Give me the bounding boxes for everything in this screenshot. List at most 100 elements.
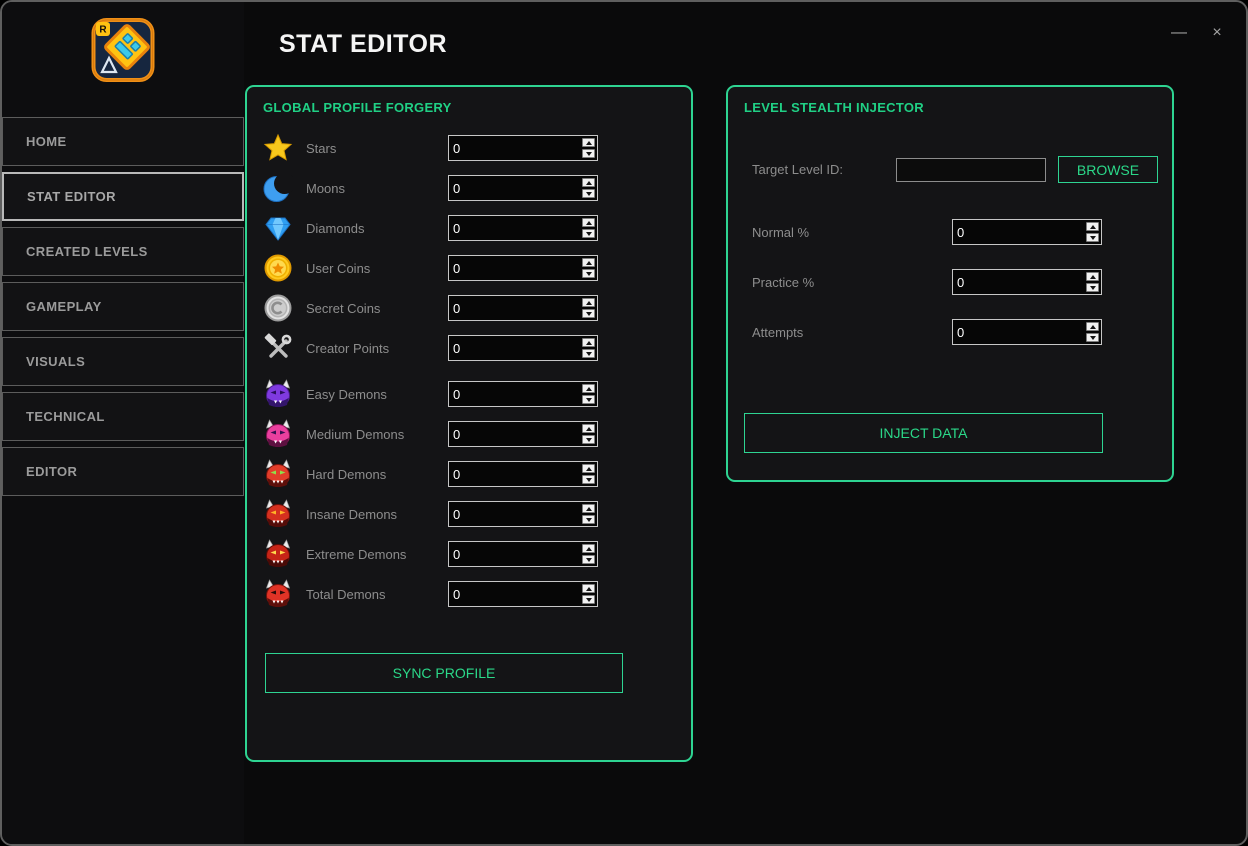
spinner-buttons <box>580 256 597 280</box>
spin-down-button[interactable] <box>582 349 595 358</box>
browse-button[interactable]: BROWSE <box>1058 156 1158 183</box>
diamonds-value-field[interactable] <box>449 216 580 240</box>
normal-percent-input[interactable] <box>952 219 1102 245</box>
insane-demons-value-field[interactable] <box>449 502 580 526</box>
attempts-value-field[interactable] <box>953 320 1084 344</box>
sidebar-item-editor[interactable]: EDITOR <box>2 447 244 496</box>
spin-down-button[interactable] <box>582 595 595 604</box>
arrow-down-icon <box>586 558 592 562</box>
hard-demons-input[interactable] <box>448 461 598 487</box>
creator-points-value-field[interactable] <box>449 336 580 360</box>
spinner-buttons <box>580 216 597 240</box>
spin-down-button[interactable] <box>1086 333 1099 342</box>
spin-up-button[interactable] <box>582 258 595 267</box>
spinner-buttons <box>580 136 597 160</box>
creator-points-input[interactable] <box>448 335 598 361</box>
star-icon <box>261 133 295 163</box>
hard-demons-value-field[interactable] <box>449 462 580 486</box>
moons-value-field[interactable] <box>449 176 580 200</box>
svg-text:R: R <box>99 25 107 36</box>
spin-down-button[interactable] <box>582 515 595 524</box>
spin-down-button[interactable] <box>582 475 595 484</box>
stat-label: Stars <box>306 141 448 156</box>
attempts-input[interactable] <box>952 319 1102 345</box>
arrow-up-icon <box>1090 225 1096 229</box>
sidebar-item-technical[interactable]: TECHNICAL <box>2 392 244 441</box>
total-demons-value-field[interactable] <box>449 582 580 606</box>
medium-demon-icon <box>261 419 295 449</box>
spin-up-button[interactable] <box>582 338 595 347</box>
easy-demon-icon <box>261 379 295 409</box>
sidebar-item-visuals[interactable]: VISUALS <box>2 337 244 386</box>
user-coins-value-field[interactable] <box>449 256 580 280</box>
spin-down-button[interactable] <box>582 435 595 444</box>
sidebar-item-created-levels[interactable]: CREATED LEVELS <box>2 227 244 276</box>
practice-percent-input[interactable] <box>952 269 1102 295</box>
sidebar-item-stat-editor[interactable]: STAT EDITOR <box>2 172 244 221</box>
spin-down-button[interactable] <box>582 229 595 238</box>
spin-down-button[interactable] <box>1086 233 1099 242</box>
arrow-down-icon <box>586 598 592 602</box>
spin-up-button[interactable] <box>582 138 595 147</box>
practice-percent-row: Practice % <box>728 269 1172 295</box>
spin-down-button[interactable] <box>582 269 595 278</box>
spin-up-button[interactable] <box>582 424 595 433</box>
secret-coins-value-field[interactable] <box>449 296 580 320</box>
arrow-down-icon <box>586 232 592 236</box>
spin-down-button[interactable] <box>582 149 595 158</box>
stat-row-user-coins: User Coins <box>247 255 691 281</box>
stat-label: Total Demons <box>306 587 448 602</box>
medium-demons-value-field[interactable] <box>449 422 580 446</box>
spin-up-button[interactable] <box>582 544 595 553</box>
arrow-down-icon <box>1090 286 1096 290</box>
moons-input[interactable] <box>448 175 598 201</box>
insane-demon-icon <box>261 499 295 529</box>
stat-row-stars: Stars <box>247 135 691 161</box>
sync-profile-button[interactable]: SYNC PROFILE <box>265 653 623 693</box>
spin-down-button[interactable] <box>582 555 595 564</box>
inject-data-button[interactable]: INJECT DATA <box>744 413 1103 453</box>
normal-percent-value-field[interactable] <box>953 220 1084 244</box>
arrow-up-icon <box>586 427 592 431</box>
spinner-buttons <box>1084 220 1101 244</box>
spin-up-button[interactable] <box>582 504 595 513</box>
spinner-buttons <box>580 176 597 200</box>
arrow-down-icon <box>586 398 592 402</box>
minimize-button[interactable]: — <box>1168 24 1190 42</box>
extreme-demons-input[interactable] <box>448 541 598 567</box>
easy-demons-value-field[interactable] <box>449 382 580 406</box>
practice-percent-value-field[interactable] <box>953 270 1084 294</box>
spin-down-button[interactable] <box>582 189 595 198</box>
total-demon-icon <box>261 579 295 609</box>
total-demons-input[interactable] <box>448 581 598 607</box>
spin-up-button[interactable] <box>582 384 595 393</box>
medium-demons-input[interactable] <box>448 421 598 447</box>
extreme-demons-value-field[interactable] <box>449 542 580 566</box>
stars-value-field[interactable] <box>449 136 580 160</box>
secret-coins-input[interactable] <box>448 295 598 321</box>
spin-down-button[interactable] <box>1086 283 1099 292</box>
spin-up-button[interactable] <box>582 298 595 307</box>
spin-down-button[interactable] <box>582 309 595 318</box>
target-level-id-input[interactable] <box>896 158 1046 182</box>
spin-up-button[interactable] <box>582 178 595 187</box>
stat-row-hard-demons: Hard Demons <box>247 461 691 487</box>
stars-input[interactable] <box>448 135 598 161</box>
user-coins-input[interactable] <box>448 255 598 281</box>
stat-label: Insane Demons <box>306 507 448 522</box>
spin-up-button[interactable] <box>582 218 595 227</box>
insane-demons-input[interactable] <box>448 501 598 527</box>
spin-up-button[interactable] <box>582 464 595 473</box>
sidebar-item-gameplay[interactable]: GAMEPLAY <box>2 282 244 331</box>
spin-down-button[interactable] <box>582 395 595 404</box>
spin-up-button[interactable] <box>582 584 595 593</box>
spin-up-button[interactable] <box>1086 222 1099 231</box>
profile-panel-title: GLOBAL PROFILE FORGERY <box>247 87 691 115</box>
arrow-down-icon <box>586 478 592 482</box>
diamonds-input[interactable] <box>448 215 598 241</box>
spin-up-button[interactable] <box>1086 272 1099 281</box>
easy-demons-input[interactable] <box>448 381 598 407</box>
spin-up-button[interactable] <box>1086 322 1099 331</box>
sidebar-item-home[interactable]: HOME <box>2 117 244 166</box>
close-button[interactable]: × <box>1206 24 1228 42</box>
